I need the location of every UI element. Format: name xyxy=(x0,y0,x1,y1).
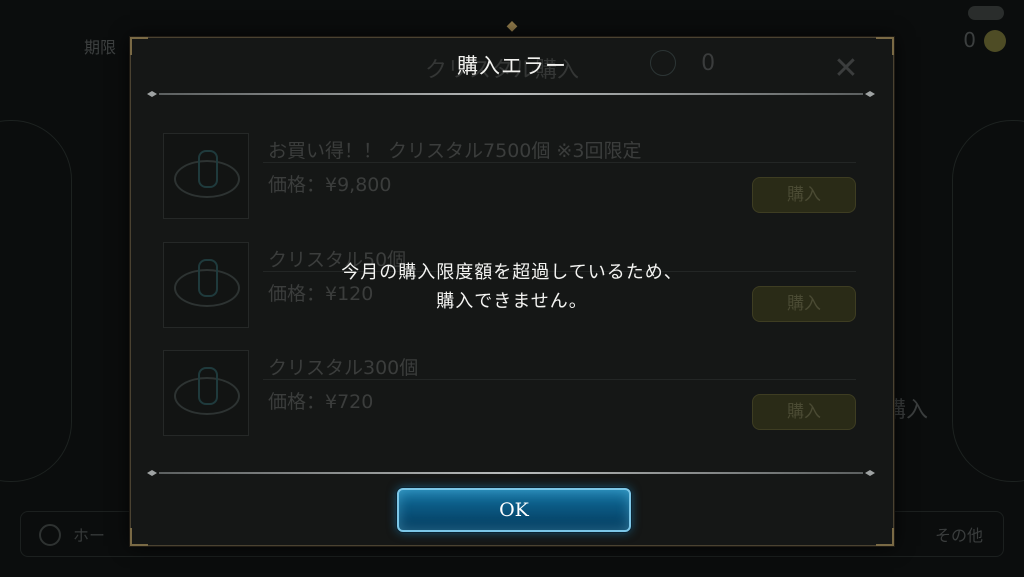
home-icon xyxy=(39,524,61,546)
product-row: クリスタル300個 価格：¥720 購入 xyxy=(163,350,856,436)
background-other-label: その他 xyxy=(934,526,983,545)
buy-button: 購入 xyxy=(752,394,856,430)
status-indicator xyxy=(968,6,1004,20)
product-price: 価格：¥9,800 xyxy=(268,174,392,196)
background-home-label: ホー xyxy=(73,526,106,545)
frame-ornament: ◆ xyxy=(506,18,518,34)
ok-button[interactable]: OK xyxy=(397,488,631,532)
dialog-message: 今月の購入限度額を超過しているため、 購入できません。 xyxy=(0,258,1024,316)
product-name: クリスタル300個 xyxy=(268,357,419,379)
dialog-message-line: 今月の購入限度額を超過しているため、 xyxy=(341,262,683,283)
product-row: お買い得！！ クリスタル7500個 ※3回限定 価格：¥9,800 購入 xyxy=(163,133,856,219)
crystal-icon xyxy=(163,350,249,436)
dialog-divider-top xyxy=(145,91,877,97)
crystal-icon xyxy=(163,133,249,219)
product-price: 価格：¥720 xyxy=(268,391,374,413)
dialog-divider-bottom xyxy=(145,470,877,476)
buy-button: 購入 xyxy=(752,177,856,213)
background-currency-count: 0 xyxy=(963,28,976,52)
product-name: お買い得！！ クリスタル7500個 ※3回限定 xyxy=(268,140,642,162)
gold-coin-icon xyxy=(984,30,1006,52)
dialog-message-line: 購入できません。 xyxy=(436,291,588,312)
dialog-title: 購入エラー xyxy=(457,54,567,78)
